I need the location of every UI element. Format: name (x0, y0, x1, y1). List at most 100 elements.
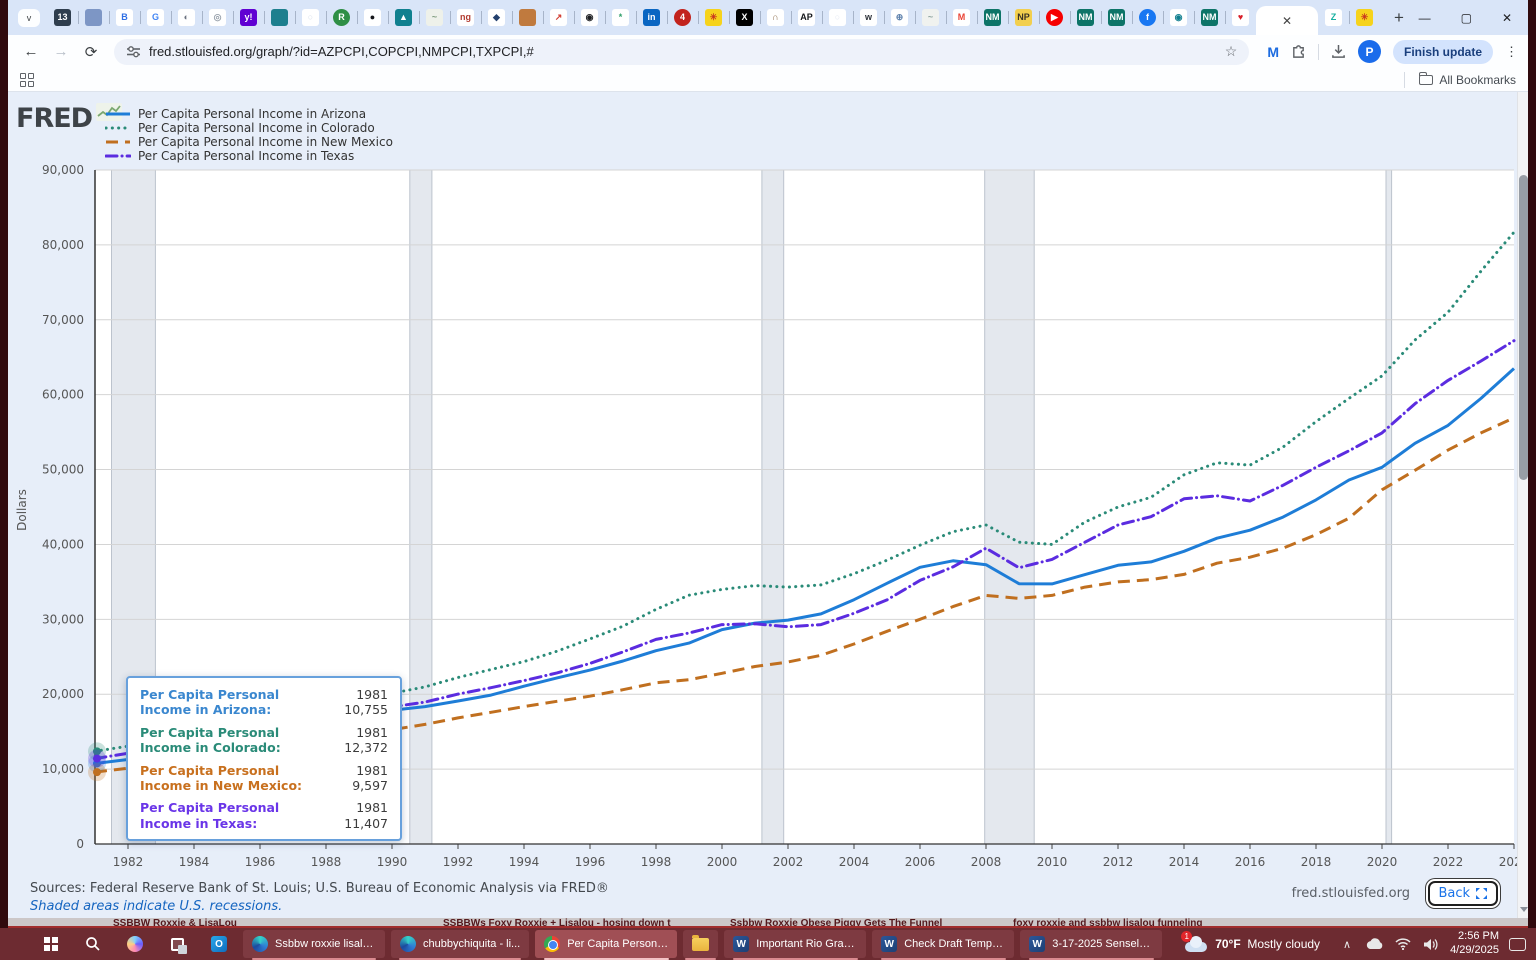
pinned-tab[interactable]: * (605, 0, 636, 35)
back-button[interactable]: Back (1428, 881, 1498, 906)
pinned-tab[interactable]: ◎ (202, 0, 233, 35)
taskbar-button-explorer[interactable] (683, 930, 718, 958)
pinned-tab[interactable]: ↗ (543, 0, 574, 35)
y-axis-tick-label: 70,000 (42, 313, 84, 327)
tooltip-row: Per Capita Personal Income in New Mexico… (140, 763, 388, 794)
pinned-tab[interactable]: ▲ (388, 0, 419, 35)
address-bar[interactable]: fred.stlouisfed.org/graph/?id=AZPCPI,COP… (114, 39, 1249, 65)
pinned-tab[interactable]: ~ (419, 0, 450, 35)
pinned-tab[interactable]: ○ (295, 0, 326, 35)
reload-button[interactable]: ⟳ (78, 39, 104, 65)
pinned-tab[interactable]: ◉ (1163, 0, 1194, 35)
pinned-tab[interactable]: ~ (915, 0, 946, 35)
copilot-button[interactable] (114, 928, 156, 960)
browser-menu-icon[interactable]: ⋮ (1505, 44, 1518, 60)
taskbar-button-word[interactable]: WImportant Rio Gran... (724, 930, 866, 958)
pinned-tab[interactable]: ∩ (760, 0, 791, 35)
apps-grid-icon[interactable] (20, 73, 34, 87)
active-tab[interactable]: ✕ (1256, 6, 1318, 35)
taskbar-button-word[interactable]: WCheck Draft Templa... (872, 930, 1014, 958)
pinned-tab[interactable]: w (853, 0, 884, 35)
tray-chevron-icon[interactable]: ∧ (1338, 938, 1356, 951)
pinned-tab[interactable]: NM (1070, 0, 1101, 35)
finish-update-button[interactable]: Finish update (1393, 40, 1493, 64)
pinned-tab[interactable]: ✳ (1349, 0, 1380, 35)
pinned-tab[interactable]: ✳ (698, 0, 729, 35)
url-text[interactable]: fred.stlouisfed.org/graph/?id=AZPCPI,COP… (149, 44, 1217, 59)
pinned-tab[interactable]: in (636, 0, 667, 35)
pinned-tab[interactable]: ○ (822, 0, 853, 35)
pinned-tab[interactable]: B (109, 0, 140, 35)
notification-center-icon[interactable] (1509, 938, 1526, 951)
pinned-tab[interactable]: NM (1194, 0, 1225, 35)
clock-widget[interactable]: 2:56 PM 4/29/2025 (1450, 930, 1499, 958)
pinned-tab[interactable]: ng (450, 0, 481, 35)
pinned-tab[interactable]: G (140, 0, 171, 35)
pinned-tab[interactable]: ◉ (574, 0, 605, 35)
pinned-tab[interactable]: NP (1008, 0, 1039, 35)
pinned-tab[interactable]: NM (977, 0, 1008, 35)
profile-avatar[interactable]: P (1358, 40, 1381, 63)
onedrive-cloud-icon[interactable] (1366, 938, 1384, 950)
outlook-button[interactable]: O (198, 928, 240, 960)
x-axis-tick-label: 1992 (443, 855, 474, 869)
recession-band (1386, 170, 1392, 844)
tooltip-values: 19819,597 (352, 763, 388, 794)
taskbar-button-chrome[interactable]: Per Capita Personal... (535, 930, 677, 958)
forward-nav-button[interactable]: → (48, 39, 74, 65)
tooltip-series-label: Per Capita Personal Income in Texas: (140, 800, 322, 831)
taskbar-button-edge[interactable]: Ssbbw roxxie lisalo... (243, 930, 385, 958)
pinned-tab[interactable]: ⊕ (884, 0, 915, 35)
download-icon[interactable] (1331, 44, 1346, 59)
bookmarks-divider (1404, 72, 1405, 88)
pinned-tab[interactable]: M (946, 0, 977, 35)
search-button[interactable] (72, 928, 114, 960)
pinned-tab[interactable]: ◐ (171, 0, 202, 35)
pinned-tab[interactable]: R (326, 0, 357, 35)
all-bookmarks-button[interactable]: All Bookmarks (1404, 72, 1516, 88)
scrollbar-down-arrow[interactable] (1520, 907, 1528, 912)
pinned-tab[interactable]: ◆ (481, 0, 512, 35)
close-tab-icon[interactable]: ✕ (1282, 14, 1292, 28)
start-button[interactable] (30, 928, 72, 960)
pinned-tab[interactable]: X (729, 0, 760, 35)
pinned-tab[interactable]: ♥ (1225, 0, 1256, 35)
pinned-tab[interactable] (512, 0, 543, 35)
taskbar-button-edge[interactable]: chubbychiquita - li... (391, 930, 529, 958)
pinned-tab[interactable]: y! (233, 0, 264, 35)
pinned-tab[interactable]: f (1132, 0, 1163, 35)
back-nav-button[interactable]: ← (18, 39, 44, 65)
pinned-tab[interactable] (78, 0, 109, 35)
site-info-icon[interactable] (126, 44, 141, 59)
pinned-tab[interactable]: 13 (47, 0, 78, 35)
wifi-icon[interactable] (1394, 938, 1412, 950)
page-scrollbar[interactable] (1517, 92, 1528, 918)
abstract-icon: * (612, 9, 629, 26)
pinned-tab[interactable]: NM (1101, 0, 1132, 35)
recession-note-link[interactable]: Shaded areas indicate U.S. recessions. (30, 899, 282, 914)
close-window-button[interactable]: ✕ (1502, 11, 1512, 25)
weather-cloud-icon: 1 (1185, 936, 1207, 952)
volume-icon[interactable] (1422, 938, 1440, 951)
bookmark-star-icon[interactable]: ☆ (1225, 43, 1238, 60)
pinned-tab[interactable]: AP (791, 0, 822, 35)
pinned-tab[interactable]: ▶ (1039, 0, 1070, 35)
taskbar-button-word[interactable]: W3-17-2025 Senseles... (1020, 930, 1162, 958)
pinned-tab[interactable]: Z (1318, 0, 1349, 35)
minimize-button[interactable]: — (1419, 11, 1431, 25)
pinned-tab[interactable]: 4 (667, 0, 698, 35)
maximize-button[interactable]: ▢ (1461, 11, 1472, 25)
pinned-tab[interactable] (264, 0, 295, 35)
tab-search-button[interactable]: v (18, 9, 40, 27)
edge-icon (400, 936, 416, 952)
extensions-puzzle-icon[interactable] (1291, 44, 1306, 59)
data-point-marker (93, 755, 101, 763)
weather-widget[interactable]: 1 70°F Mostly cloudy (1177, 928, 1328, 960)
new-tab-button[interactable]: + (1386, 5, 1412, 31)
task-view-button[interactable] (156, 928, 198, 960)
tooltip-values: 198112,372 (344, 725, 388, 756)
malwarebytes-icon[interactable]: M (1267, 44, 1279, 60)
scrollbar-thumb[interactable] (1519, 175, 1528, 480)
target-icon: ◉ (581, 9, 598, 26)
pinned-tab[interactable]: ● (357, 0, 388, 35)
